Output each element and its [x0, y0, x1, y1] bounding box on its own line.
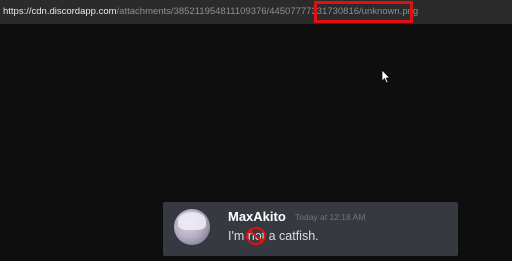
message-timestamp: Today at 12:18 AM [295, 212, 366, 222]
url-highlight-box [314, 1, 413, 23]
prohibited-icon [245, 226, 266, 246]
avatar-image-detail [178, 212, 206, 230]
message-text-after: a catfish. [265, 229, 319, 243]
avatar[interactable] [174, 209, 210, 245]
url-host: https://cdn.discordapp.com [3, 6, 117, 17]
mouse-pointer-icon [381, 70, 391, 84]
message-content: I'm not a catfish. [228, 226, 319, 246]
struck-word: not [245, 226, 266, 246]
username[interactable]: MaxAkito [228, 209, 286, 224]
address-bar[interactable]: https://cdn.discordapp.com/attachments/3… [0, 0, 512, 24]
discord-message: MaxAkito Today at 12:18 AM I'm not a cat… [163, 202, 458, 256]
